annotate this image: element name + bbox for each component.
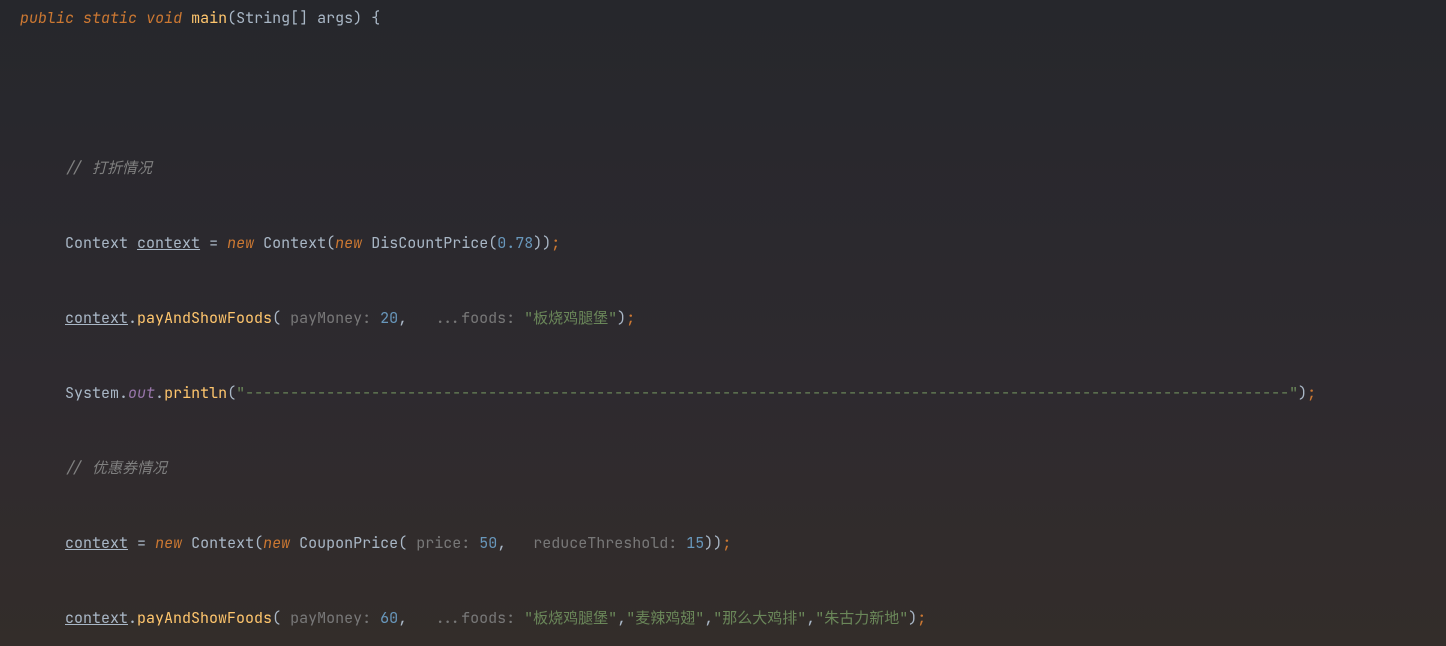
- number-literal: 50: [479, 533, 497, 553]
- keyword-new: new: [263, 533, 290, 553]
- string-literal: "麦辣鸡翅": [626, 608, 704, 628]
- var-context: context: [65, 608, 128, 628]
- dot: .: [155, 383, 164, 403]
- semicolon: ;: [722, 533, 731, 553]
- op-assign: =: [209, 233, 218, 253]
- number-literal: 60: [380, 608, 398, 628]
- dot: .: [128, 308, 137, 328]
- blank-line[interactable]: [20, 75, 1446, 113]
- paren: ): [617, 308, 626, 328]
- code-line[interactable]: context.payAndShowFoods( payMoney: 60, .…: [20, 600, 1446, 638]
- paren: (: [254, 533, 263, 553]
- string-literal: "板烧鸡腿堡": [524, 608, 617, 628]
- paren: (: [227, 383, 236, 403]
- paren: ): [353, 8, 371, 28]
- class-system: System: [65, 383, 119, 403]
- param-hint: reduceThreshold:: [533, 533, 677, 553]
- code-editor[interactable]: public static void main(String[] args) {…: [0, 0, 1446, 646]
- dot: .: [119, 383, 128, 403]
- keyword-new: new: [227, 233, 254, 253]
- code-line[interactable]: Context context = new Context(new DisCou…: [20, 225, 1446, 263]
- paren: ): [908, 608, 917, 628]
- keyword-new: new: [335, 233, 362, 253]
- paren: (: [326, 233, 335, 253]
- paren: )): [533, 233, 551, 253]
- type-context: Context: [65, 233, 128, 253]
- brace: {: [371, 8, 380, 28]
- semicolon: ;: [1307, 383, 1316, 403]
- comment: // 优惠券情况: [65, 458, 167, 478]
- semicolon: ;: [917, 608, 926, 628]
- semicolon: ;: [626, 308, 635, 328]
- number-literal: 20: [380, 308, 398, 328]
- keyword-new: new: [155, 533, 182, 553]
- code-block[interactable]: public static void main(String[] args) {…: [20, 0, 1446, 646]
- field-out: out: [128, 383, 155, 403]
- paren: (: [227, 8, 236, 28]
- paren: (: [272, 608, 290, 628]
- param-hint: ...foods:: [434, 608, 515, 628]
- comma: ,: [617, 608, 626, 628]
- paren: )): [704, 533, 722, 553]
- param-hint: price:: [416, 533, 470, 553]
- string-literal: "那么大鸡排": [713, 608, 806, 628]
- string-literal: "朱古力新地": [815, 608, 908, 628]
- paren: (: [272, 308, 290, 328]
- param-hint: payMoney:: [290, 608, 371, 628]
- keyword-static: static: [83, 8, 137, 28]
- string-literal: "板烧鸡腿堡": [524, 308, 617, 328]
- brackets: []: [290, 8, 317, 28]
- ctor-context: Context: [263, 233, 326, 253]
- method-main: main: [191, 8, 227, 28]
- method-payandshowfoods: payAndShowFoods: [137, 308, 272, 328]
- code-line[interactable]: // 打折情况: [20, 150, 1446, 188]
- comma: ,: [398, 308, 434, 328]
- number-literal: 0.78: [497, 233, 533, 253]
- dot: .: [128, 608, 137, 628]
- ctor-context: Context: [191, 533, 254, 553]
- method-println: println: [164, 383, 227, 403]
- var-context: context: [65, 533, 128, 553]
- code-line[interactable]: context.payAndShowFoods( payMoney: 20, .…: [20, 300, 1446, 338]
- semicolon: ;: [551, 233, 560, 253]
- ctor-discountprice: DisCountPrice: [371, 233, 488, 253]
- type-string-array: String: [236, 8, 290, 28]
- comma: ,: [806, 608, 815, 628]
- comma: ,: [497, 533, 533, 553]
- code-line[interactable]: // 优惠券情况: [20, 450, 1446, 488]
- code-line[interactable]: System.out.println("--------------------…: [20, 375, 1446, 413]
- method-payandshowfoods: payAndShowFoods: [137, 608, 272, 628]
- code-line[interactable]: public static void main(String[] args) {: [20, 0, 1446, 38]
- keyword-void: void: [146, 8, 182, 28]
- paren: (: [398, 533, 416, 553]
- paren: ): [1298, 383, 1307, 403]
- string-literal: "---------------------------------------…: [236, 383, 1298, 403]
- keyword-public: public: [20, 8, 74, 28]
- var-context: context: [65, 308, 128, 328]
- op-assign: =: [137, 533, 146, 553]
- param-args: args: [317, 8, 353, 28]
- ctor-couponprice: CouponPrice: [299, 533, 398, 553]
- comment: // 打折情况: [65, 158, 152, 178]
- code-line[interactable]: context = new Context(new CouponPrice( p…: [20, 525, 1446, 563]
- param-hint: ...foods:: [434, 308, 515, 328]
- comma: ,: [704, 608, 713, 628]
- param-hint: payMoney:: [290, 308, 371, 328]
- var-context: context: [137, 233, 200, 253]
- comma: ,: [398, 608, 434, 628]
- paren: (: [488, 233, 497, 253]
- number-literal: 15: [686, 533, 704, 553]
